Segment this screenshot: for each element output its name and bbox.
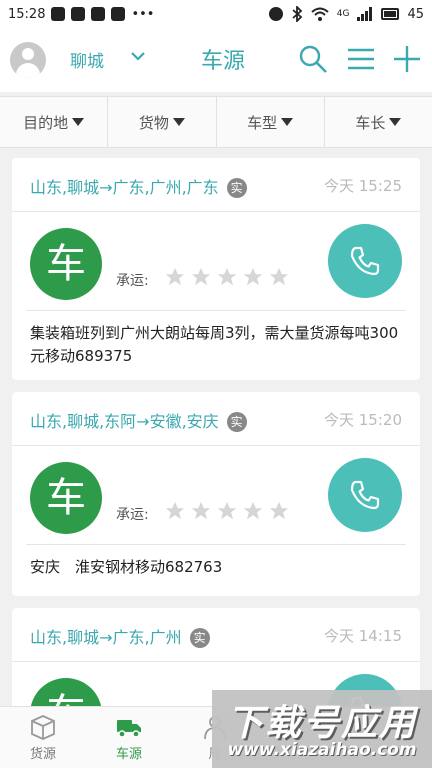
truck-icon: [117, 719, 141, 738]
watermark-url: www.xiazaihao.com: [227, 740, 417, 760]
filter-vehicle-type[interactable]: 车型: [217, 97, 325, 147]
verified-badge: 实: [189, 628, 210, 648]
post-time: 今天 14:15: [324, 627, 402, 645]
rating-stars: [164, 266, 290, 288]
status-right: 4G 45: [268, 6, 424, 22]
notification-icon: [51, 7, 66, 21]
listing-description: 安庆 淮安钢材移动682763: [30, 558, 223, 576]
route-row: 山东,聊城→广东,广州,广东实 今天 15:25: [12, 158, 420, 212]
filter-bar: 目的地 货物 车型 车长: [0, 96, 432, 148]
alarm-icon: [268, 7, 283, 21]
star-icon: [217, 501, 237, 520]
chevron-down-icon[interactable]: [128, 46, 148, 66]
status-left: 15:28 •••: [8, 7, 154, 22]
nav-goods[interactable]: 货源: [0, 707, 86, 768]
carrier-label: 承运:: [116, 273, 149, 289]
call-button[interactable]: [328, 224, 402, 298]
notification-icon: [91, 7, 106, 21]
star-icon: [243, 501, 263, 520]
status-time: 15:28: [8, 6, 46, 22]
filter-vehicle-length[interactable]: 车长: [325, 97, 432, 147]
notification-icon: [111, 7, 126, 21]
star-icon: [165, 501, 185, 520]
post-time: 今天 15:25: [324, 177, 402, 195]
caret-down-icon: [389, 118, 402, 126]
filter-destination[interactable]: 目的地: [0, 97, 109, 147]
page-title: 车源: [200, 49, 245, 74]
star-icon: [269, 267, 289, 286]
route-text: 山东,聊城→广东,广州实: [30, 624, 210, 648]
listing-card[interactable]: 山东,聊城→广东,广州,广东实 今天 15:25 车 承运: 集装箱班列到广州大…: [12, 158, 420, 380]
call-button[interactable]: [328, 458, 402, 532]
carrier-label: 承运:: [116, 507, 149, 523]
phone-icon: [350, 480, 380, 510]
notification-icon: [71, 7, 86, 21]
vehicle-avatar: 车: [30, 462, 102, 534]
caret-down-icon: [172, 118, 185, 126]
star-icon: [191, 501, 211, 520]
filter-goods[interactable]: 货物: [108, 97, 217, 147]
listing-card[interactable]: 山东,聊城,东阿→安徽,安庆实 今天 15:20 车 承运: 安庆 淮安钢材移动…: [12, 392, 420, 596]
avatar[interactable]: [10, 42, 46, 78]
post-time: 今天 15:20: [324, 411, 402, 429]
city-selector[interactable]: 聊城: [70, 47, 104, 72]
star-icon: [191, 267, 211, 286]
vehicle-avatar: 车: [30, 228, 102, 300]
plus-icon[interactable]: [392, 44, 422, 74]
network-type: 4G: [336, 9, 350, 19]
caret-down-icon: [281, 118, 294, 126]
watermark-title: 下载号应用: [226, 703, 417, 744]
signal-icon: [357, 7, 373, 21]
caret-down-icon: [72, 118, 85, 126]
battery-icon: [381, 8, 400, 20]
route-text: 山东,聊城,东阿→安徽,安庆实: [30, 408, 247, 432]
search-icon[interactable]: [298, 44, 328, 74]
verified-badge: 实: [226, 178, 247, 198]
app-header: 聊城 车源: [0, 28, 432, 92]
rating-stars: [164, 500, 290, 522]
star-icon: [217, 267, 237, 286]
nav-vehicles[interactable]: 车源: [86, 707, 172, 768]
phone-icon: [350, 246, 380, 276]
battery-level: 45: [407, 6, 424, 22]
star-icon: [243, 267, 263, 286]
star-icon: [165, 267, 185, 286]
wifi-icon: [311, 7, 329, 21]
menu-icon[interactable]: [346, 44, 376, 74]
listing-description: 集装箱班列到广州大朗站每周3列，需大量货源每吨300元移动689375: [30, 324, 399, 365]
status-bar: 15:28 ••• 4G 45: [0, 0, 432, 28]
bluetooth-icon: [292, 6, 303, 22]
star-icon: [269, 501, 289, 520]
route-row: 山东,聊城→广东,广州实 今天 14:15: [12, 608, 420, 662]
verified-badge: 实: [226, 412, 247, 432]
box-icon: [31, 714, 55, 740]
route-text: 山东,聊城→广东,广州,广东实: [30, 174, 247, 198]
more-notifications-icon: •••: [131, 6, 155, 22]
watermark: 下载号应用 www.xiazaihao.com: [212, 690, 432, 768]
route-row: 山东,聊城,东阿→安徽,安庆实 今天 15:20: [12, 392, 420, 446]
